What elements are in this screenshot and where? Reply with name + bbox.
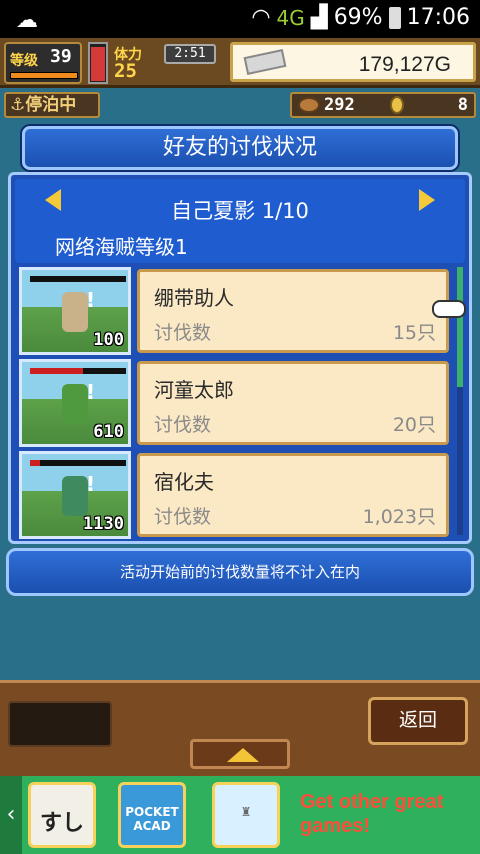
network-type: 4G — [276, 5, 305, 30]
ad-banner[interactable]: ‹ すし POCKET ACAD ♜ Get other great games… — [0, 776, 480, 854]
secondary-hud: ⚓停泊中 292 8 — [0, 88, 480, 122]
alert-icon: ! — [86, 380, 96, 404]
medal-icon — [390, 96, 404, 114]
signal-icon: ▟ — [310, 5, 328, 30]
kill-count: 610 — [93, 422, 124, 442]
expand-menu-button[interactable] — [190, 739, 290, 769]
target-list: ! 100 绷带助人 讨伐数 15只 ! 610 河童太郎 讨伐数 20只 ! … — [15, 267, 449, 539]
stamina-timer: 2:51 — [164, 44, 216, 64]
hp-fill — [30, 460, 40, 466]
wifi-icon: ◠ — [251, 5, 271, 30]
monster-thumbnail: ! 1130 — [19, 451, 131, 539]
monster-thumbnail: ! 610 — [19, 359, 131, 447]
friend-header: 自己夏影 1/10 网络海贼等级1 — [15, 179, 465, 263]
page-title: 好友的讨伐状况 — [22, 126, 458, 170]
dock-status: ⚓停泊中 — [4, 92, 100, 118]
scroll-thumb[interactable] — [457, 267, 463, 387]
defeat-count: 1,023只 — [362, 506, 436, 528]
chevron-left-icon[interactable]: ‹ — [0, 776, 22, 854]
stamina-fill — [91, 46, 105, 81]
ad-app-pocket-academy[interactable]: POCKET ACAD — [118, 782, 186, 848]
level-value: 39 — [50, 46, 72, 67]
anchor-icon: ⚓ — [10, 95, 26, 115]
clock: 17:06 — [406, 5, 470, 30]
silver-bar-icon — [243, 49, 287, 75]
back-button[interactable]: 返回 — [368, 697, 468, 745]
friend-panel: 自己夏影 1/10 网络海贼等级1 ! 100 绷带助人 讨伐数 15只 ! 6… — [8, 172, 472, 544]
kill-count: 100 — [93, 330, 124, 350]
hp-fill — [30, 368, 83, 374]
ad-app-1-label: すし — [39, 811, 84, 836]
ad-app-sushi[interactable]: すし — [28, 782, 96, 848]
top-hud: 等级 39 体力 25 2:51 179,127G — [0, 38, 480, 88]
castle-icon: ♜ — [240, 805, 252, 819]
pirate-level: 网络海贼等级1 — [55, 235, 188, 259]
hp-bar — [30, 368, 126, 374]
pointing-hand-icon — [432, 300, 466, 318]
monster-sprite — [62, 292, 88, 332]
defeat-count: 15只 — [392, 322, 436, 344]
resource-display: 292 8 — [290, 92, 476, 118]
food-icon — [298, 97, 320, 113]
stamina-display: 体力 25 2:51 — [112, 42, 216, 84]
next-friend-arrow-icon[interactable] — [419, 189, 435, 211]
level-display: 等级 39 — [4, 42, 82, 84]
level-label: 等级 — [10, 53, 38, 69]
resource-1-value: 292 — [324, 95, 355, 115]
resource-2-value: 8 — [457, 95, 468, 115]
notice-banner: 活动开始前的讨伐数量将不计入在内 — [6, 548, 474, 596]
target-card: 宿化夫 讨伐数 1,023只 — [137, 453, 449, 537]
cloud-icon: ☁ — [16, 8, 38, 33]
target-name: 河童太郎 — [154, 378, 234, 402]
status-bar: ☁ ◠ 4G ▟ 69% 17:06 — [0, 0, 480, 38]
target-card: 绷带助人 讨伐数 15只 — [137, 269, 449, 353]
ad-get-games-text[interactable]: Get other great games! — [300, 790, 470, 838]
friend-name-page: 自己夏影 1/10 — [171, 199, 309, 223]
hp-bar — [30, 460, 126, 466]
dock-status-text: 停泊中 — [25, 95, 77, 115]
exp-bar — [10, 72, 78, 79]
alert-icon: ! — [86, 472, 96, 496]
stamina-gauge — [88, 42, 108, 84]
status-right: ◠ 4G ▟ 69% 17:06 — [251, 5, 470, 30]
list-item[interactable]: ! 610 河童太郎 讨伐数 20只 — [15, 359, 449, 447]
bottom-bar: 返回 — [0, 680, 480, 776]
monster-sprite — [62, 384, 88, 424]
target-name: 宿化夫 — [154, 470, 214, 494]
ad-app-2-label: POCKET ACAD — [125, 805, 179, 833]
battery-percent: 69% — [333, 5, 383, 30]
gold-value: 179,127G — [358, 53, 451, 76]
monster-thumbnail: ! 100 — [19, 267, 131, 355]
hp-bar — [30, 276, 126, 282]
target-card: 河童太郎 讨伐数 20只 — [137, 361, 449, 445]
kill-count: 1130 — [83, 514, 124, 534]
defeat-label: 讨伐数 — [154, 506, 212, 528]
target-name: 绷带助人 — [154, 286, 234, 310]
defeat-label: 讨伐数 — [154, 414, 212, 436]
alert-icon: ! — [86, 288, 96, 312]
list-item[interactable]: ! 1130 宿化夫 讨伐数 1,023只 — [15, 451, 449, 539]
stamina-value: 25 — [114, 60, 137, 82]
empty-slot — [8, 701, 112, 747]
monster-sprite — [62, 476, 88, 516]
up-arrow-icon — [227, 748, 259, 762]
gold-display: 179,127G — [230, 42, 476, 82]
battery-icon — [388, 6, 401, 29]
defeat-count: 20只 — [392, 414, 436, 436]
list-item[interactable]: ! 100 绷带助人 讨伐数 15只 — [15, 267, 449, 355]
ad-app-castle[interactable]: ♜ — [212, 782, 280, 848]
defeat-label: 讨伐数 — [154, 322, 212, 344]
